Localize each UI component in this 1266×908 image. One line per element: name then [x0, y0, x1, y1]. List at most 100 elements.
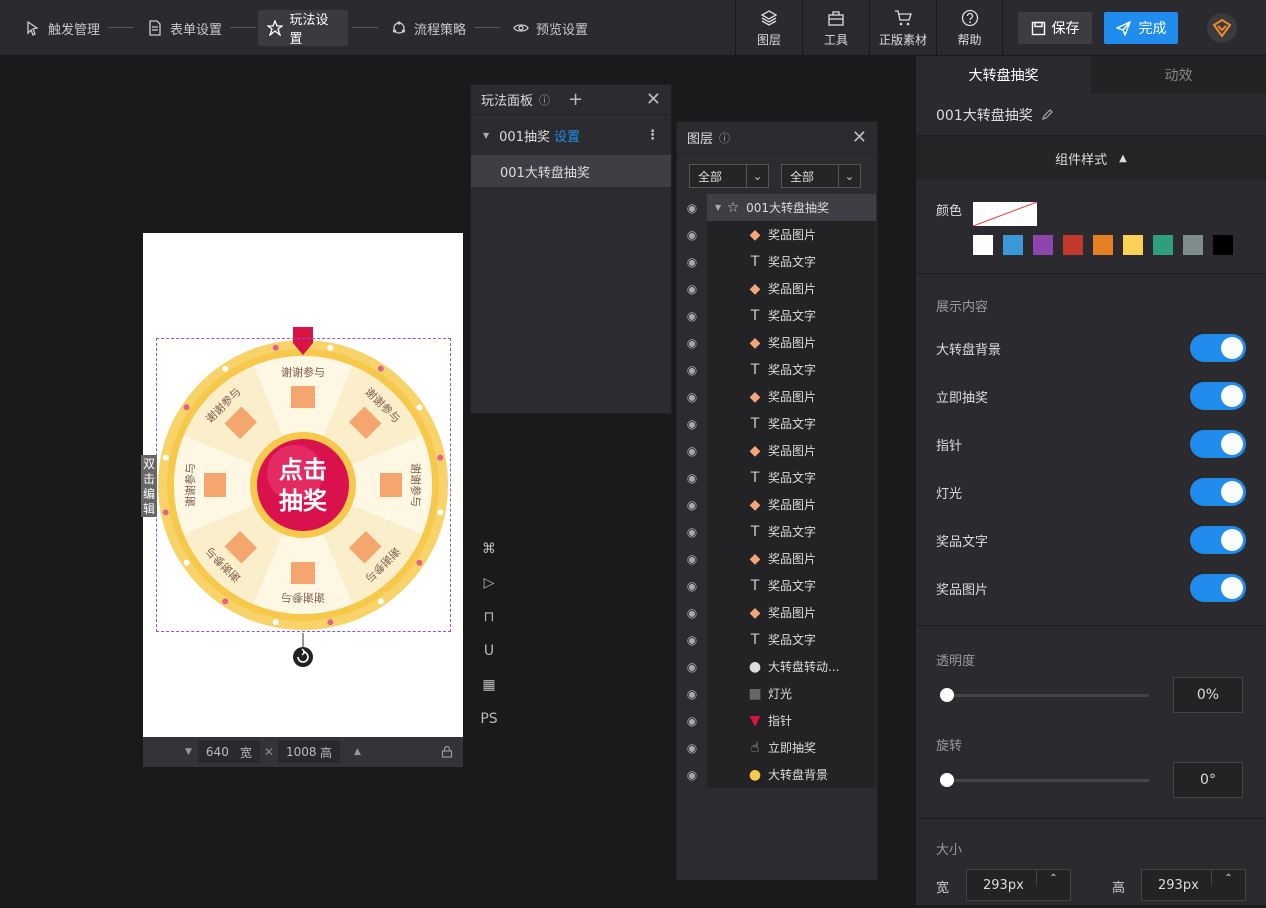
- toggle-switch[interactable]: [1190, 574, 1246, 602]
- color-swatch[interactable]: [973, 235, 993, 255]
- layer-row[interactable]: ◉ ■ 灯光: [677, 680, 876, 707]
- layer-row[interactable]: ◉ ◆ 奖品图片: [677, 545, 876, 572]
- color-swatch[interactable]: [1093, 235, 1113, 255]
- caret-up-icon[interactable]: ⌃: [1036, 870, 1070, 886]
- tool-layers[interactable]: 图层: [735, 0, 802, 56]
- rotate-track[interactable]: [941, 779, 1149, 782]
- toggle-switch[interactable]: [1190, 430, 1246, 458]
- add-icon[interactable]: +: [568, 89, 583, 110]
- close-icon[interactable]: ✕: [646, 89, 661, 110]
- layer-row[interactable]: ◉ ◆ 奖品图片: [677, 437, 876, 464]
- layer-row[interactable]: ◉ ◆ 奖品图片: [677, 329, 876, 356]
- color-swatch[interactable]: [1063, 235, 1083, 255]
- layer-row[interactable]: ◉ ◆ 奖品图片: [677, 221, 876, 248]
- layer-row[interactable]: ◉ ◆ 奖品图片: [677, 599, 876, 626]
- eye-icon[interactable]: ◉: [677, 201, 707, 215]
- play-item[interactable]: 001大转盘抽奖: [471, 155, 671, 187]
- eye-icon[interactable]: ◉: [677, 417, 707, 431]
- layer-filter-select[interactable]: 全部 ⌄: [689, 164, 769, 188]
- eye-icon[interactable]: ◉: [677, 525, 707, 539]
- step-play[interactable]: 玩法设置: [258, 10, 348, 47]
- tool-materials[interactable]: 正版素材: [869, 0, 936, 56]
- caret-down-icon[interactable]: ▼: [715, 203, 721, 212]
- color-swatch[interactable]: [1153, 235, 1173, 255]
- rotate-input[interactable]: 0°: [1173, 762, 1243, 798]
- eye-icon[interactable]: ◉: [677, 336, 707, 350]
- height-input[interactable]: 293px ⌃: [1141, 869, 1246, 901]
- canvas-height-input[interactable]: 1008 高: [277, 741, 340, 763]
- close-icon[interactable]: ✕: [852, 127, 867, 148]
- brand-logo-icon[interactable]: [1207, 13, 1237, 43]
- color-swatch[interactable]: [1033, 235, 1053, 255]
- layer-row[interactable]: ◉ ☝ 立即抽奖: [677, 734, 876, 761]
- eye-icon[interactable]: ◉: [677, 768, 707, 782]
- opacity-slider-handle[interactable]: [940, 688, 954, 702]
- tool-help[interactable]: 帮助: [936, 0, 1003, 56]
- toggle-switch[interactable]: [1190, 478, 1246, 506]
- opacity-track[interactable]: [941, 694, 1149, 697]
- layer-row[interactable]: ◉ T 奖品文字: [677, 572, 876, 599]
- eye-icon[interactable]: ◉: [677, 282, 707, 296]
- eye-icon[interactable]: ◉: [677, 552, 707, 566]
- eye-icon[interactable]: ◉: [677, 255, 707, 269]
- eye-icon[interactable]: ◉: [677, 633, 707, 647]
- eye-icon[interactable]: ◉: [677, 606, 707, 620]
- layer-row[interactable]: ◉ ◆ 奖品图片: [677, 275, 876, 302]
- opacity-input[interactable]: 0%: [1173, 677, 1243, 713]
- eye-icon[interactable]: ◉: [677, 471, 707, 485]
- layer-row[interactable]: ◉ T 奖品文字: [677, 464, 876, 491]
- color-swatch[interactable]: [1213, 235, 1233, 255]
- color-swatch[interactable]: [1183, 235, 1203, 255]
- caret-down-icon[interactable]: ▼: [483, 131, 489, 140]
- component-style-section[interactable]: 组件样式 ▲: [916, 136, 1266, 180]
- caret-up-icon[interactable]: ⌃: [1211, 870, 1245, 886]
- eye-icon[interactable]: ◉: [677, 660, 707, 674]
- play-icon[interactable]: ▷: [478, 566, 500, 600]
- eye-icon[interactable]: ◉: [677, 363, 707, 377]
- layer-row[interactable]: ◉ T 奖品文字: [677, 518, 876, 545]
- save-button[interactable]: 保存: [1018, 12, 1092, 44]
- toggle-switch[interactable]: [1190, 526, 1246, 554]
- layer-row[interactable]: ◉ ● 大转盘背景: [677, 761, 876, 788]
- step-preview[interactable]: 预览设置: [504, 10, 596, 46]
- layer-row[interactable]: ◉ T 奖品文字: [677, 248, 876, 275]
- current-color-swatch[interactable]: [973, 202, 1037, 226]
- ruler-icon[interactable]: ⊓: [478, 600, 500, 634]
- eye-icon[interactable]: ◉: [677, 444, 707, 458]
- eye-icon[interactable]: ◉: [677, 714, 707, 728]
- eye-icon[interactable]: ◉: [677, 741, 707, 755]
- eye-icon[interactable]: ◉: [677, 390, 707, 404]
- tab-effects[interactable]: 动效: [1091, 56, 1266, 94]
- eye-icon[interactable]: ◉: [677, 687, 707, 701]
- more-icon[interactable]: ⋮: [646, 128, 659, 143]
- step-flow[interactable]: 流程策略: [382, 10, 474, 46]
- play-group[interactable]: ▼ 001抽奖 设置 ⋮: [471, 115, 671, 155]
- layer-row[interactable]: ◉ ● 大转盘转动...: [677, 653, 876, 680]
- tab-wheel[interactable]: 大转盘抽奖: [916, 56, 1091, 94]
- toggle-switch[interactable]: [1190, 334, 1246, 362]
- double-click-edit-tag[interactable]: 双击编辑: [141, 455, 157, 517]
- eye-icon[interactable]: ◉: [677, 228, 707, 242]
- step-trigger[interactable]: 触发管理: [16, 10, 108, 46]
- magnet-icon[interactable]: U: [478, 634, 500, 668]
- layer-row[interactable]: ◉ ▼ 指针: [677, 707, 876, 734]
- eye-icon[interactable]: ◉: [677, 498, 707, 512]
- grid-icon[interactable]: ▦: [478, 668, 500, 702]
- rotate-slider-handle[interactable]: [940, 773, 954, 787]
- layer-root[interactable]: ◉ ▼ ☆ 001大转盘抽奖: [677, 194, 876, 221]
- edit-icon[interactable]: [1041, 108, 1054, 121]
- layer-row[interactable]: ◉ T 奖品文字: [677, 356, 876, 383]
- done-button[interactable]: 完成: [1104, 12, 1178, 44]
- layer-row[interactable]: ◉ T 奖品文字: [677, 410, 876, 437]
- color-swatch[interactable]: [1123, 235, 1143, 255]
- play-group-settings-link[interactable]: 设置: [554, 126, 580, 145]
- canvas-width-input[interactable]: 640 宽: [197, 741, 260, 763]
- toggle-switch[interactable]: [1190, 382, 1246, 410]
- eye-icon[interactable]: ◉: [677, 309, 707, 323]
- caret-down-icon[interactable]: ▼: [185, 747, 192, 757]
- tool-toolbox[interactable]: 工具: [802, 0, 869, 56]
- step-form[interactable]: 表单设置: [138, 10, 230, 46]
- layer-row[interactable]: ◉ ◆ 奖品图片: [677, 383, 876, 410]
- layer-row[interactable]: ◉ ◆ 奖品图片: [677, 491, 876, 518]
- width-input[interactable]: 293px ⌃: [966, 869, 1071, 901]
